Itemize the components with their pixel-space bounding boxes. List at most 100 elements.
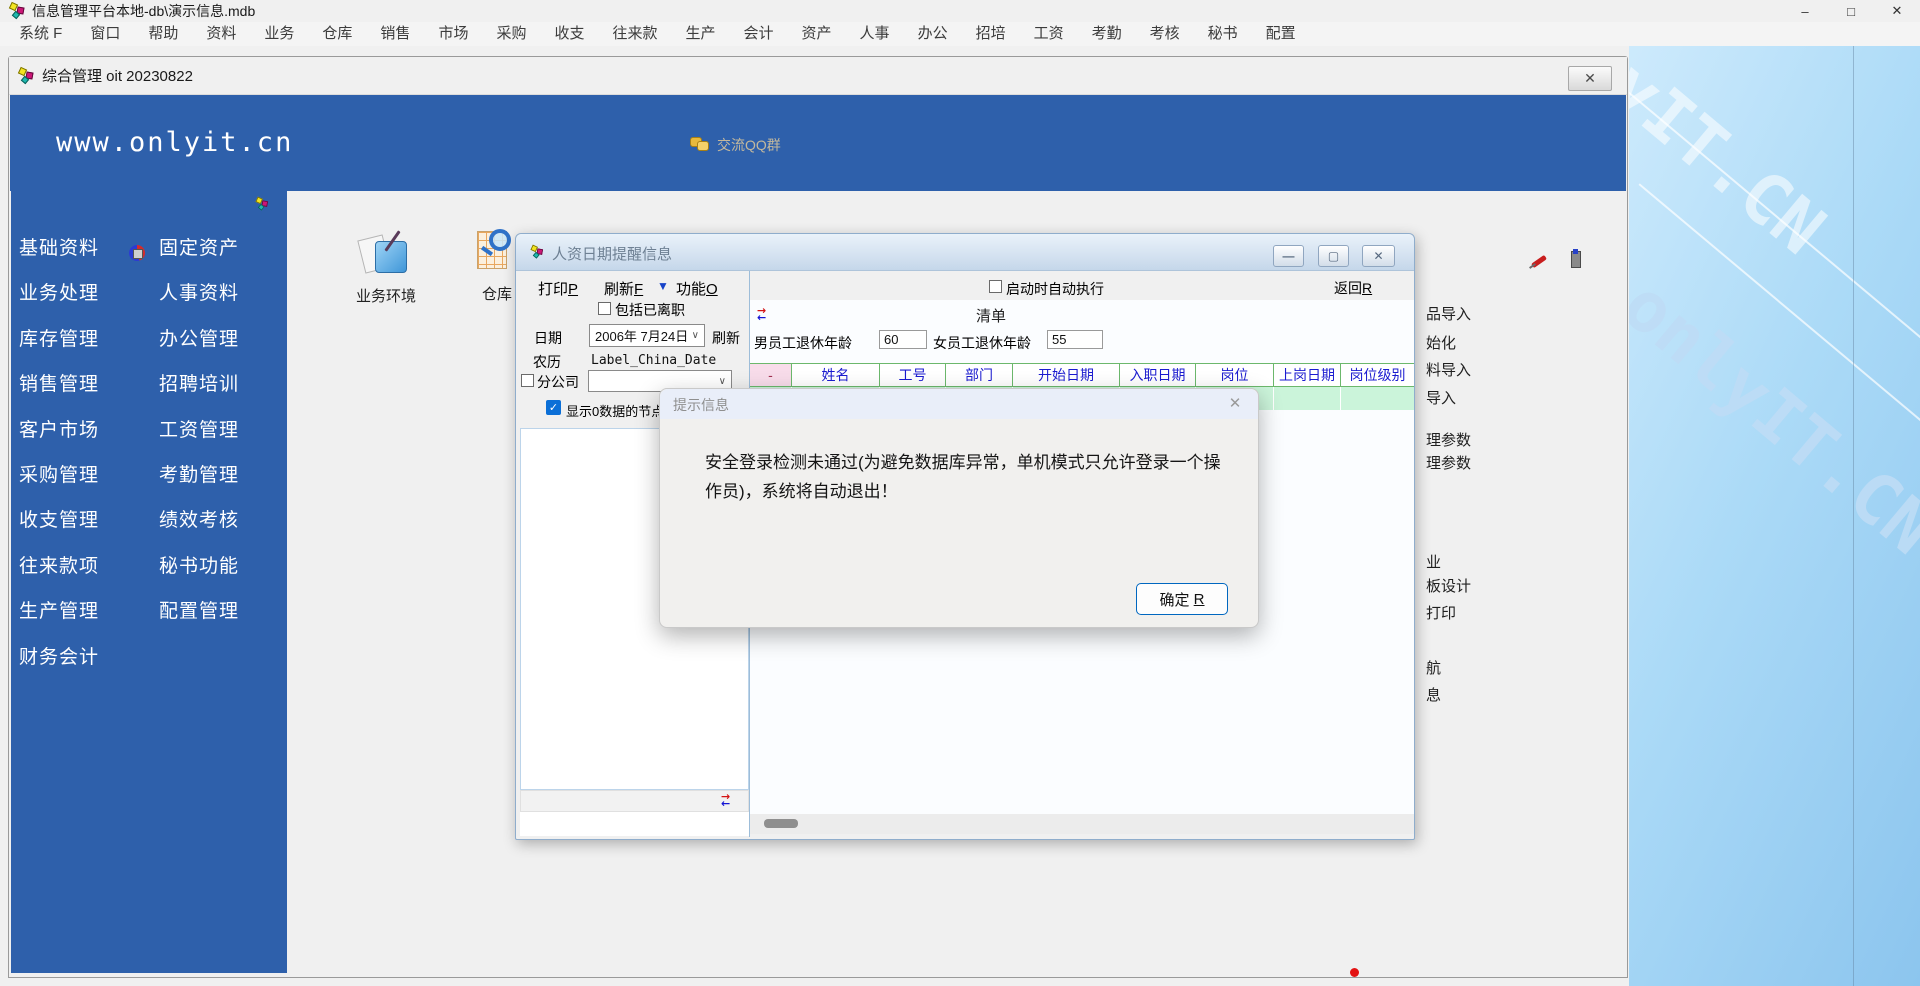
sidebar-item[interactable]: 生产管理 [19, 589, 99, 634]
menu-item[interactable]: 业务 [250, 22, 308, 46]
swap-icon[interactable]: →← [721, 793, 737, 807]
right-panel-item[interactable]: 航 [1426, 657, 1441, 678]
date-combobox[interactable]: 2006年 7月24日∨ [589, 324, 705, 347]
warehouse-icon[interactable] [475, 227, 519, 275]
refresh-date-label[interactable]: 刷新 [712, 328, 740, 348]
menu-item[interactable]: 资产 [788, 22, 846, 46]
ok-button[interactable]: 确定 R [1136, 583, 1228, 615]
menu-item[interactable]: 生产 [672, 22, 730, 46]
sidebar-item[interactable]: 库存管理 [19, 317, 99, 362]
sidebar-item[interactable]: 客户市场 [19, 408, 99, 453]
alert-titlebar[interactable]: 提示信息 ✕ [660, 389, 1258, 419]
sidebar-item[interactable]: 秘书功能 [159, 544, 239, 589]
right-panel-item[interactable]: 息 [1426, 684, 1441, 705]
close-icon[interactable]: ✕ [1874, 0, 1920, 22]
grid-header-cell[interactable]: 姓名 [792, 364, 880, 386]
menu-item[interactable]: 秘书 [1194, 22, 1252, 46]
right-panel-item[interactable]: 料导入 [1426, 359, 1471, 380]
grid-header-cell[interactable]: 部门 [946, 364, 1013, 386]
menu-item[interactable]: 工资 [1020, 22, 1078, 46]
menu-item[interactable]: 办公 [904, 22, 962, 46]
menu-item[interactable]: 收支 [540, 22, 598, 46]
menu-item[interactable]: 配置 [1252, 22, 1310, 46]
right-panel-item[interactable]: 始化 [1426, 332, 1456, 353]
swap-icon[interactable]: →← [757, 307, 773, 321]
menu-item[interactable]: 采购 [482, 22, 540, 46]
refresh-button[interactable]: 刷新F [604, 278, 643, 299]
scrollbar-thumb[interactable] [764, 819, 798, 828]
right-panel-item[interactable]: 业 [1426, 551, 1441, 572]
right-panel-item[interactable]: 导入 [1426, 387, 1456, 408]
sidebar-item[interactable]: 财务会计 [19, 635, 99, 680]
sidebar-item[interactable]: 考勤管理 [159, 453, 239, 498]
exit-icon[interactable] [1563, 249, 1585, 269]
menu-item[interactable]: 人事 [846, 22, 904, 46]
horizontal-scrollbar[interactable] [750, 814, 1414, 834]
sidebar-item[interactable]: 招聘培训 [159, 362, 239, 407]
sidebar-item[interactable]: 工资管理 [159, 408, 239, 453]
sidebar-item[interactable]: 业务处理 [19, 271, 99, 316]
sidebar-item[interactable]: 人事资料 [159, 271, 239, 316]
warehouse-label[interactable]: 仓库 [477, 283, 517, 304]
grid-header-cell[interactable]: 工号 [880, 364, 946, 386]
date-label: 日期 [534, 328, 562, 348]
grid-header-cell[interactable]: 岗位 [1196, 364, 1274, 386]
menu-item[interactable]: 往来款 [598, 22, 671, 46]
right-panel-item[interactable]: 理参数 [1426, 429, 1471, 450]
right-panel-item[interactable]: 理参数 [1426, 452, 1471, 473]
sidebar-item[interactable]: 办公管理 [159, 317, 239, 362]
maximize-icon[interactable]: □ [1828, 0, 1874, 22]
female-age-input[interactable]: 55 [1047, 330, 1103, 349]
grid-header-cell[interactable]: - [750, 364, 792, 386]
sidebar-item[interactable]: 固定资产 [159, 226, 239, 271]
sidebar-item[interactable]: 基础资料 [19, 226, 99, 271]
function-menu-button[interactable]: 功能O [676, 278, 718, 299]
menu-item[interactable]: 会计 [730, 22, 788, 46]
menu-item[interactable]: 销售 [366, 22, 424, 46]
close-icon[interactable]: ✕ [1224, 394, 1246, 414]
inner-close-button[interactable]: ✕ [1568, 66, 1612, 91]
dialog-maximize-icon[interactable]: ▢ [1318, 245, 1349, 267]
sidebar-item[interactable]: 收支管理 [19, 498, 99, 543]
sidebar-item[interactable]: 绩效考核 [159, 498, 239, 543]
site-link[interactable]: www.onlyit.cn [56, 127, 293, 158]
menu-item[interactable]: 窗口 [76, 22, 134, 46]
autostart-checkbox[interactable] [989, 280, 1002, 293]
right-panel-item[interactable]: 品导入 [1426, 303, 1471, 324]
minimize-icon[interactable]: – [1782, 0, 1828, 22]
show-zero-checkbox[interactable]: ✓ [546, 400, 561, 415]
design-tool-icon[interactable] [1529, 251, 1551, 271]
window-icon [17, 67, 35, 85]
dialog-close-icon[interactable]: ✕ [1362, 245, 1395, 267]
print-button[interactable]: 打印P [538, 278, 578, 299]
menu-item[interactable]: 仓库 [308, 22, 366, 46]
menu-item[interactable]: 帮助 [134, 22, 192, 46]
dialog-minimize-icon[interactable]: — [1273, 245, 1304, 267]
include-left-checkbox[interactable] [598, 302, 611, 315]
branch-checkbox[interactable] [521, 374, 534, 387]
right-panel-item[interactable]: 打印 [1426, 602, 1456, 623]
business-env-icon[interactable] [361, 231, 411, 281]
menu-item[interactable]: 考核 [1136, 22, 1194, 46]
sidebar-item[interactable]: 往来款项 [19, 544, 99, 589]
sidebar-item[interactable]: 配置管理 [159, 589, 239, 634]
qq-group-link[interactable]: 交流QQ群 [690, 135, 781, 155]
grid-header-cell[interactable]: 岗位级别 [1341, 364, 1414, 386]
right-panel-item[interactable]: 板设计 [1426, 575, 1471, 596]
menu-item[interactable]: 资料 [192, 22, 250, 46]
sidebar-item[interactable]: 销售管理 [19, 362, 99, 407]
grid-cell[interactable] [1274, 387, 1341, 410]
menu-item[interactable]: 市场 [424, 22, 482, 46]
menu-item[interactable]: 招培 [962, 22, 1020, 46]
dialog-titlebar[interactable]: 人资日期提醒信息 — ▢ ✕ [516, 234, 1414, 271]
grid-header-cell[interactable]: 开始日期 [1013, 364, 1120, 386]
grid-cell[interactable] [1341, 387, 1414, 410]
menu-item[interactable]: 系统 F [5, 22, 76, 46]
business-env-label[interactable]: 业务环境 [345, 285, 427, 306]
grid-header-cell[interactable]: 上岗日期 [1274, 364, 1341, 386]
grid-header-cell[interactable]: 入职日期 [1120, 364, 1196, 386]
sidebar-item[interactable]: 采购管理 [19, 453, 99, 498]
male-age-input[interactable]: 60 [879, 330, 927, 349]
menu-item[interactable]: 考勤 [1078, 22, 1136, 46]
back-button[interactable]: 返回R [1334, 278, 1372, 298]
